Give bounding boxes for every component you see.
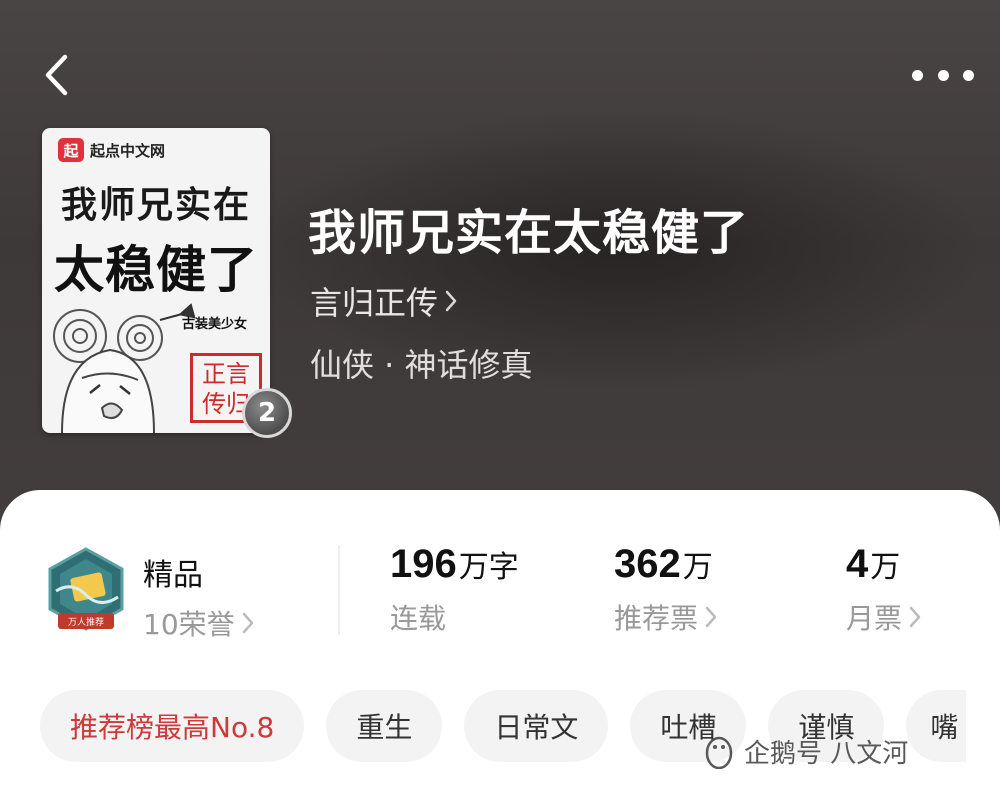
chevron-left-icon xyxy=(45,54,68,96)
more-button[interactable] xyxy=(912,60,974,90)
chevron-right-icon xyxy=(242,612,253,634)
penguin-icon xyxy=(705,736,733,769)
svg-text:万人推荐: 万人推荐 xyxy=(68,616,104,628)
stat-monthly-votes[interactable]: 4 万 月票 xyxy=(846,542,922,637)
volume-badge: 2 xyxy=(242,388,292,438)
tag-item[interactable]: 重生 xyxy=(326,690,443,762)
honor-badge-icon[interactable]: 万人推荐 xyxy=(42,545,130,637)
stat-value: 4 xyxy=(846,542,869,586)
back-button[interactable] xyxy=(36,52,76,98)
chevron-right-icon xyxy=(705,606,717,628)
chevron-right-icon xyxy=(909,606,921,628)
honor-label: 精品 xyxy=(143,558,203,593)
cover-publisher: 起 起点中文网 xyxy=(58,138,165,162)
honor-count: 10荣誉 xyxy=(143,608,235,641)
stat-recommend-votes[interactable]: 362 万 推荐票 xyxy=(614,542,718,637)
publisher-name: 起点中文网 xyxy=(90,141,166,160)
stat-word-count: 196 万字 连载 xyxy=(390,542,519,637)
chevron-right-icon xyxy=(445,290,457,312)
book-cover[interactable]: 起 起点中文网 我师兄实在 太稳健了 古装美少女 正言传归 xyxy=(42,128,270,433)
watermark: 企鹅号 八文河 xyxy=(704,733,908,770)
tag-item[interactable]: 嘴 xyxy=(906,690,967,762)
book-genre: 仙侠 · 神话修真 xyxy=(310,346,533,384)
cover-tag: 古装美少女 xyxy=(182,317,248,332)
stat-value: 196 xyxy=(390,542,457,586)
stat-label: 连载 xyxy=(390,602,447,635)
publisher-logo: 起 xyxy=(58,138,84,162)
honor-count-link[interactable]: 10荣誉 xyxy=(143,603,255,643)
stat-unit: 万 xyxy=(870,550,901,585)
stat-label: 月票 xyxy=(846,602,903,635)
watermark-text: 企鹅号 八文河 xyxy=(744,739,909,769)
author-name: 言归正传 xyxy=(310,284,439,322)
tag-item[interactable]: 日常文 xyxy=(464,690,609,762)
stat-label: 推荐票 xyxy=(614,602,699,635)
cover-title-line-2: 太稳健了 xyxy=(54,241,258,299)
stat-value: 362 xyxy=(614,542,681,586)
author-link[interactable]: 言归正传 xyxy=(310,278,458,324)
cover-title-line-1: 我师兄实在 xyxy=(60,184,251,226)
book-title: 我师兄实在太稳健了 xyxy=(308,205,750,261)
stat-unit: 万字 xyxy=(458,550,519,585)
stats-divider xyxy=(338,545,340,635)
more-dots-icon xyxy=(912,69,923,81)
stat-unit: 万 xyxy=(682,550,713,585)
tag-rank[interactable]: 推荐榜最高No.8 xyxy=(40,690,305,762)
